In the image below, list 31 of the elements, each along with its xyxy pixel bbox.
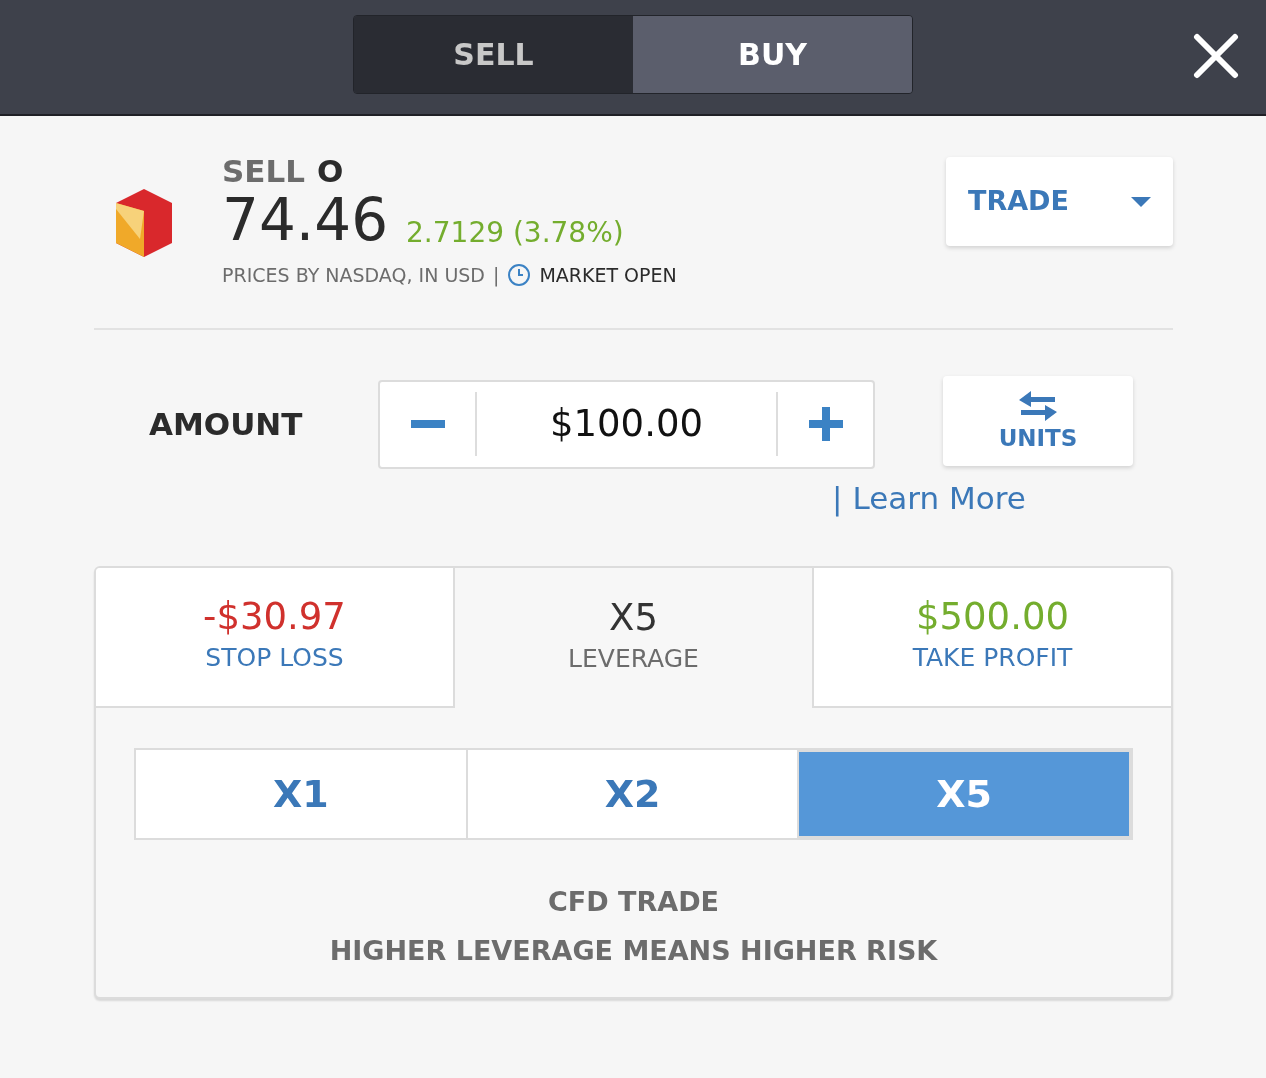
leverage-option[interactable]: X2 xyxy=(465,750,798,838)
trade-dropdown[interactable]: TRADE xyxy=(946,157,1173,246)
close-button[interactable] xyxy=(1192,32,1240,80)
amount-value: $100.00 xyxy=(549,401,704,448)
close-icon xyxy=(1193,33,1239,79)
settings-tab[interactable]: $500.00 TAKE PROFIT xyxy=(812,568,1171,708)
amount-label: AMOUNT xyxy=(148,404,304,444)
learn-more-link[interactable]: Learn More xyxy=(852,474,1026,521)
leverage-option[interactable]: X5 xyxy=(797,750,1131,838)
side-tab[interactable]: BUY xyxy=(633,16,912,93)
notice-title: CFD TRADE xyxy=(548,885,719,919)
caret-icon xyxy=(1131,196,1151,207)
instrument-symbol: O xyxy=(317,156,344,187)
clock-icon xyxy=(507,263,532,288)
price-source: PRICES BY NASDAQ, IN USD xyxy=(222,263,485,288)
company-logo xyxy=(114,189,174,257)
price-change: 2.7129 (3.78%) xyxy=(406,219,624,247)
order-action: SELL xyxy=(222,156,305,187)
units-button[interactable]: UNITS xyxy=(943,375,1133,466)
risk-warning: HIGHER LEVERAGE MEANS HIGHER RISK xyxy=(329,933,938,968)
price: 74.46 xyxy=(222,191,389,249)
minus-icon xyxy=(410,420,445,428)
side-tab[interactable]: SELL xyxy=(354,16,633,93)
plus-icon xyxy=(808,407,843,441)
swap-icon xyxy=(1019,391,1057,421)
leverage-option[interactable]: X1 xyxy=(136,750,466,838)
settings-tab[interactable]: X5 LEVERAGE xyxy=(453,568,812,708)
separator: | xyxy=(832,478,843,519)
separator: | xyxy=(493,263,500,289)
settings-tab[interactable]: -$30.97 STOP LOSS xyxy=(96,568,453,708)
market-status: MARKET OPEN xyxy=(539,263,677,288)
